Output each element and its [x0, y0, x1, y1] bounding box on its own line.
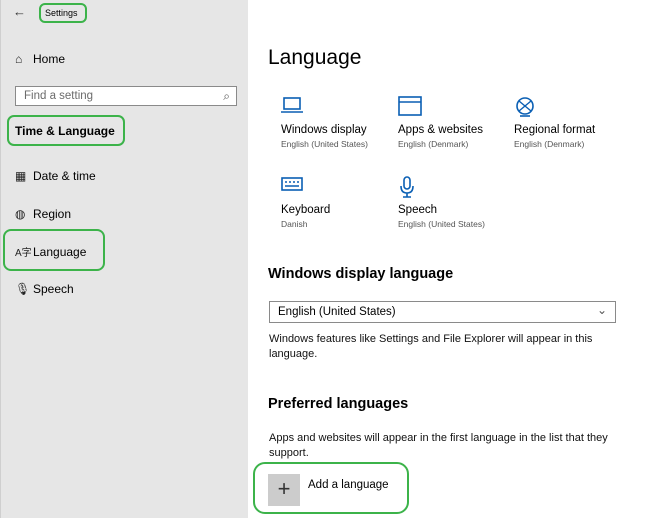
globe-icon: ◍ [15, 207, 26, 221]
main-content: Language Windows display English (United… [248, 0, 664, 518]
nav-date-time[interactable]: ▦ Date & time [15, 169, 96, 183]
display-language-heading: Windows display language [268, 266, 454, 282]
microphone-icon [398, 176, 485, 198]
tile-regional-format[interactable]: Regional format English (Denmark) [514, 96, 595, 149]
display-language-select[interactable]: English (United States) ⌄ [269, 301, 616, 323]
tile-sub: English (United States) [281, 139, 368, 149]
tile-sub: English (Denmark) [514, 139, 585, 149]
tile-sub: English (United States) [398, 219, 485, 229]
chevron-down-icon: ⌄ [596, 303, 607, 317]
highlight-box-language [3, 229, 105, 271]
tile-name: Regional format [514, 124, 596, 136]
display-language-description: Windows features like Settings and File … [269, 333, 593, 360]
nav-speech[interactable]: 🎙︎ Speech [15, 282, 74, 296]
add-language-button[interactable]: + Add a language [268, 474, 389, 506]
window-icon [398, 96, 483, 118]
nav-home-label: Home [33, 52, 66, 66]
tile-name: Windows display [281, 124, 367, 136]
calendar-clock-icon: ▦ [15, 169, 27, 183]
page-title: Language [268, 46, 362, 69]
regional-format-icon [514, 96, 595, 118]
plus-icon: + [268, 474, 300, 506]
nav-region-label: Region [33, 207, 72, 221]
tile-speech[interactable]: Speech English (United States) [398, 176, 485, 229]
display-language-value: English (United States) [278, 306, 396, 318]
highlight-box-title [39, 3, 87, 23]
nav-region[interactable]: ◍ Region [15, 207, 71, 221]
laptop-icon [281, 96, 368, 118]
tile-keyboard[interactable]: Keyboard Danish [281, 176, 330, 229]
microphone-icon: 🎙︎ [15, 282, 31, 296]
sidebar: ← Settings ⌂ Home Find a setting ⌕ Time … [0, 0, 248, 518]
search-placeholder: Find a setting [24, 90, 94, 102]
nav-home[interactable]: ⌂ Home [15, 52, 65, 66]
tile-apps-websites[interactable]: Apps & websites English (Denmark) [398, 96, 483, 149]
preferred-languages-heading: Preferred languages [268, 396, 409, 412]
back-arrow-icon[interactable]: ← [13, 4, 26, 19]
tile-name: Speech [398, 204, 438, 216]
tile-sub: English (Denmark) [398, 139, 469, 149]
tile-name: Apps & websites [398, 124, 484, 136]
home-icon: ⌂ [15, 52, 23, 66]
search-icon[interactable]: ⌕ [223, 89, 230, 104]
highlight-box-section [7, 115, 125, 146]
search-input[interactable]: Find a setting ⌕ [15, 86, 237, 106]
preferred-languages-description: Apps and websites will appear in the fir… [269, 432, 608, 459]
tile-sub: Danish [281, 219, 308, 229]
nav-date-time-label: Date & time [33, 169, 96, 183]
nav-speech-label: Speech [33, 282, 74, 296]
tile-windows-display[interactable]: Windows display English (United States) [281, 96, 368, 149]
tile-name: Keyboard [281, 204, 331, 216]
add-language-label: Add a language [308, 479, 389, 491]
keyboard-icon [281, 176, 330, 198]
